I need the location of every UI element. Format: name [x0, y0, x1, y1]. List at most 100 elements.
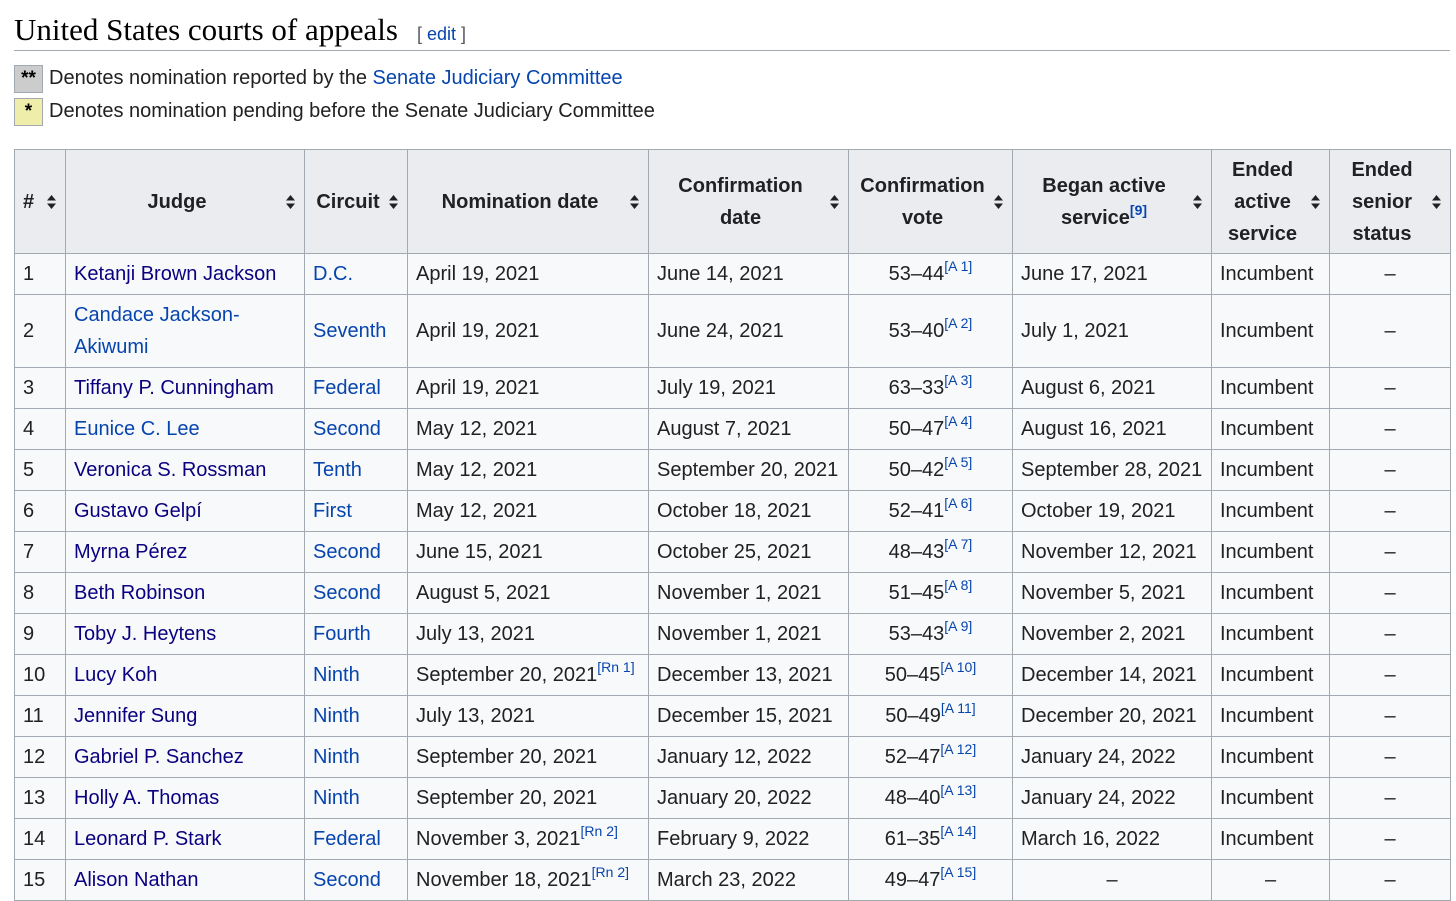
column-header-circuit[interactable]: Circuit [304, 149, 408, 254]
reference-link[interactable]: [A 9] [944, 618, 972, 634]
circuit-link[interactable]: First [313, 500, 352, 522]
edit-link[interactable]: edit [427, 24, 456, 44]
reference-link[interactable]: [A 4] [944, 413, 972, 429]
circuit-link[interactable]: Ninth [313, 664, 360, 686]
confirmation-vote-cell: 50–42[A 5] [848, 449, 1013, 491]
column-header-ended-active[interactable]: Ended active service [1211, 149, 1330, 254]
ended-senior-status: – [1329, 695, 1451, 737]
table-row: 11 Jennifer Sung Ninth July 13, 2021 Decembe… [14, 695, 1451, 737]
judge-link[interactable]: Alison Nathan [74, 869, 199, 891]
column-header-confirmation[interactable]: Confirmation date [648, 149, 849, 254]
ended-active-service: Incumbent [1211, 367, 1330, 409]
senate-judiciary-committee-link[interactable]: Senate Judiciary Committee [373, 67, 623, 89]
column-header-label: Nomination date [441, 190, 599, 213]
circuit-link[interactable]: Ninth [313, 787, 360, 809]
confirmation-vote-cell: 50–49[A 11] [848, 695, 1013, 737]
ended-senior-status: – [1329, 572, 1451, 614]
reference-link[interactable]: [A 13] [940, 782, 976, 798]
reference-link[interactable]: [A 8] [944, 577, 972, 593]
reference-link[interactable]: [A 6] [944, 495, 972, 511]
column-header-began[interactable]: Began active service[9] [1012, 149, 1212, 254]
circuit-link[interactable]: Second [313, 541, 381, 563]
judge-link[interactable]: Ketanji Brown Jackson [74, 263, 276, 285]
ended-active-service: Incumbent [1211, 777, 1330, 819]
reference-link[interactable]: [A 14] [940, 823, 976, 839]
circuit-link[interactable]: Second [313, 869, 381, 891]
confirmation-vote: 48–43 [888, 541, 945, 563]
reference-link[interactable]: [9] [1130, 202, 1147, 218]
nomination-date-cell: April 19, 2021 [407, 294, 649, 368]
reference-link[interactable]: [A 3] [944, 372, 972, 388]
reference-link[interactable]: [Rn 2] [581, 823, 618, 839]
column-header-label: Confirmation vote [860, 174, 985, 229]
judge-link[interactable]: Beth Robinson [74, 582, 205, 604]
circuit-cell: Ninth [304, 777, 408, 819]
sort-icon [830, 194, 839, 209]
judge-link[interactable]: Leonard P. Stark [74, 828, 222, 850]
confirmation-date: December 13, 2021 [648, 654, 849, 696]
circuit-cell: Second [304, 531, 408, 573]
circuit-link[interactable]: Tenth [313, 459, 362, 481]
sort-icon [1432, 194, 1441, 209]
judge-link[interactable]: Lucy Koh [74, 664, 157, 686]
nomination-date: August 5, 2021 [416, 582, 551, 604]
column-header-num[interactable]: # [14, 149, 66, 254]
reference-link[interactable]: [A 5] [944, 454, 972, 470]
row-number: 3 [14, 367, 66, 409]
circuit-link[interactable]: Federal [313, 828, 381, 850]
header-row: # Judge Circuit Nomination date Confirmation… [14, 149, 1451, 254]
judge-cell: Holly A. Thomas [65, 777, 305, 819]
nomination-date-cell: July 13, 2021 [407, 613, 649, 655]
circuit-link[interactable]: D.C. [313, 263, 353, 285]
nomination-date-cell: September 20, 2021 [407, 777, 649, 819]
judge-link[interactable]: Eunice C. Lee [74, 418, 200, 440]
began-active-service: November 12, 2021 [1012, 531, 1212, 573]
reference-link[interactable]: [A 2] [944, 315, 972, 331]
reference-link[interactable]: [A 7] [944, 536, 972, 552]
judge-cell: Eunice C. Lee [65, 408, 305, 450]
confirmation-date: January 12, 2022 [648, 736, 849, 778]
circuit-link[interactable]: Second [313, 418, 381, 440]
reference-link[interactable]: [A 12] [940, 741, 976, 757]
confirmation-vote-cell: 50–45[A 10] [848, 654, 1013, 696]
began-active-service: September 28, 2021 [1012, 449, 1212, 491]
judge-link[interactable]: Jennifer Sung [74, 705, 197, 727]
reference-link[interactable]: [Rn 1] [597, 659, 634, 675]
ended-active-service: Incumbent [1211, 736, 1330, 778]
ended-active-service: Incumbent [1211, 695, 1330, 737]
reference-link[interactable]: [A 1] [944, 258, 972, 274]
judge-link[interactable]: Gustavo Gelpí [74, 500, 202, 522]
circuit-link[interactable]: Seventh [313, 320, 386, 342]
column-header-vote[interactable]: Confirmation vote [848, 149, 1013, 254]
circuit-link[interactable]: Ninth [313, 705, 360, 727]
judge-link[interactable]: Toby J. Heytens [74, 623, 216, 645]
confirmation-date: October 18, 2021 [648, 490, 849, 532]
reference-link[interactable]: [A 10] [940, 659, 976, 675]
nomination-date: April 19, 2021 [416, 377, 540, 399]
judge-link[interactable]: Myrna Pérez [74, 541, 187, 563]
table-row: 10 Lucy Koh Ninth September 20, 2021[Rn 1] D… [14, 654, 1451, 696]
confirmation-vote: 52–47 [884, 746, 941, 768]
began-active-service: November 5, 2021 [1012, 572, 1212, 614]
reference-link[interactable]: [A 11] [941, 700, 976, 716]
judge-link[interactable]: Holly A. Thomas [74, 787, 219, 809]
column-header-ended-senior[interactable]: Ended senior status [1329, 149, 1451, 254]
reference-link[interactable]: [Rn 2] [592, 864, 629, 880]
judge-link[interactable]: Gabriel P. Sanchez [74, 746, 244, 768]
circuit-link[interactable]: Federal [313, 377, 381, 399]
confirmation-vote: 49–47 [884, 869, 941, 891]
circuit-link[interactable]: Second [313, 582, 381, 604]
confirmation-vote-cell: 50–47[A 4] [848, 408, 1013, 450]
circuit-link[interactable]: Ninth [313, 746, 360, 768]
judge-link[interactable]: Candace Jackson-Akiwumi [74, 304, 240, 358]
reference-link[interactable]: [A 15] [940, 864, 976, 880]
ended-senior-status: – [1329, 253, 1451, 295]
column-header-judge[interactable]: Judge [65, 149, 305, 254]
judge-link[interactable]: Veronica S. Rossman [74, 459, 266, 481]
column-header-nomination[interactable]: Nomination date [407, 149, 649, 254]
confirmation-vote: 53–43 [888, 623, 945, 645]
table-row: 2 Candace Jackson-Akiwumi Seventh April 19,… [14, 294, 1451, 368]
circuit-link[interactable]: Fourth [313, 623, 371, 645]
judge-link[interactable]: Tiffany P. Cunningham [74, 377, 274, 399]
sort-icon [994, 194, 1003, 209]
